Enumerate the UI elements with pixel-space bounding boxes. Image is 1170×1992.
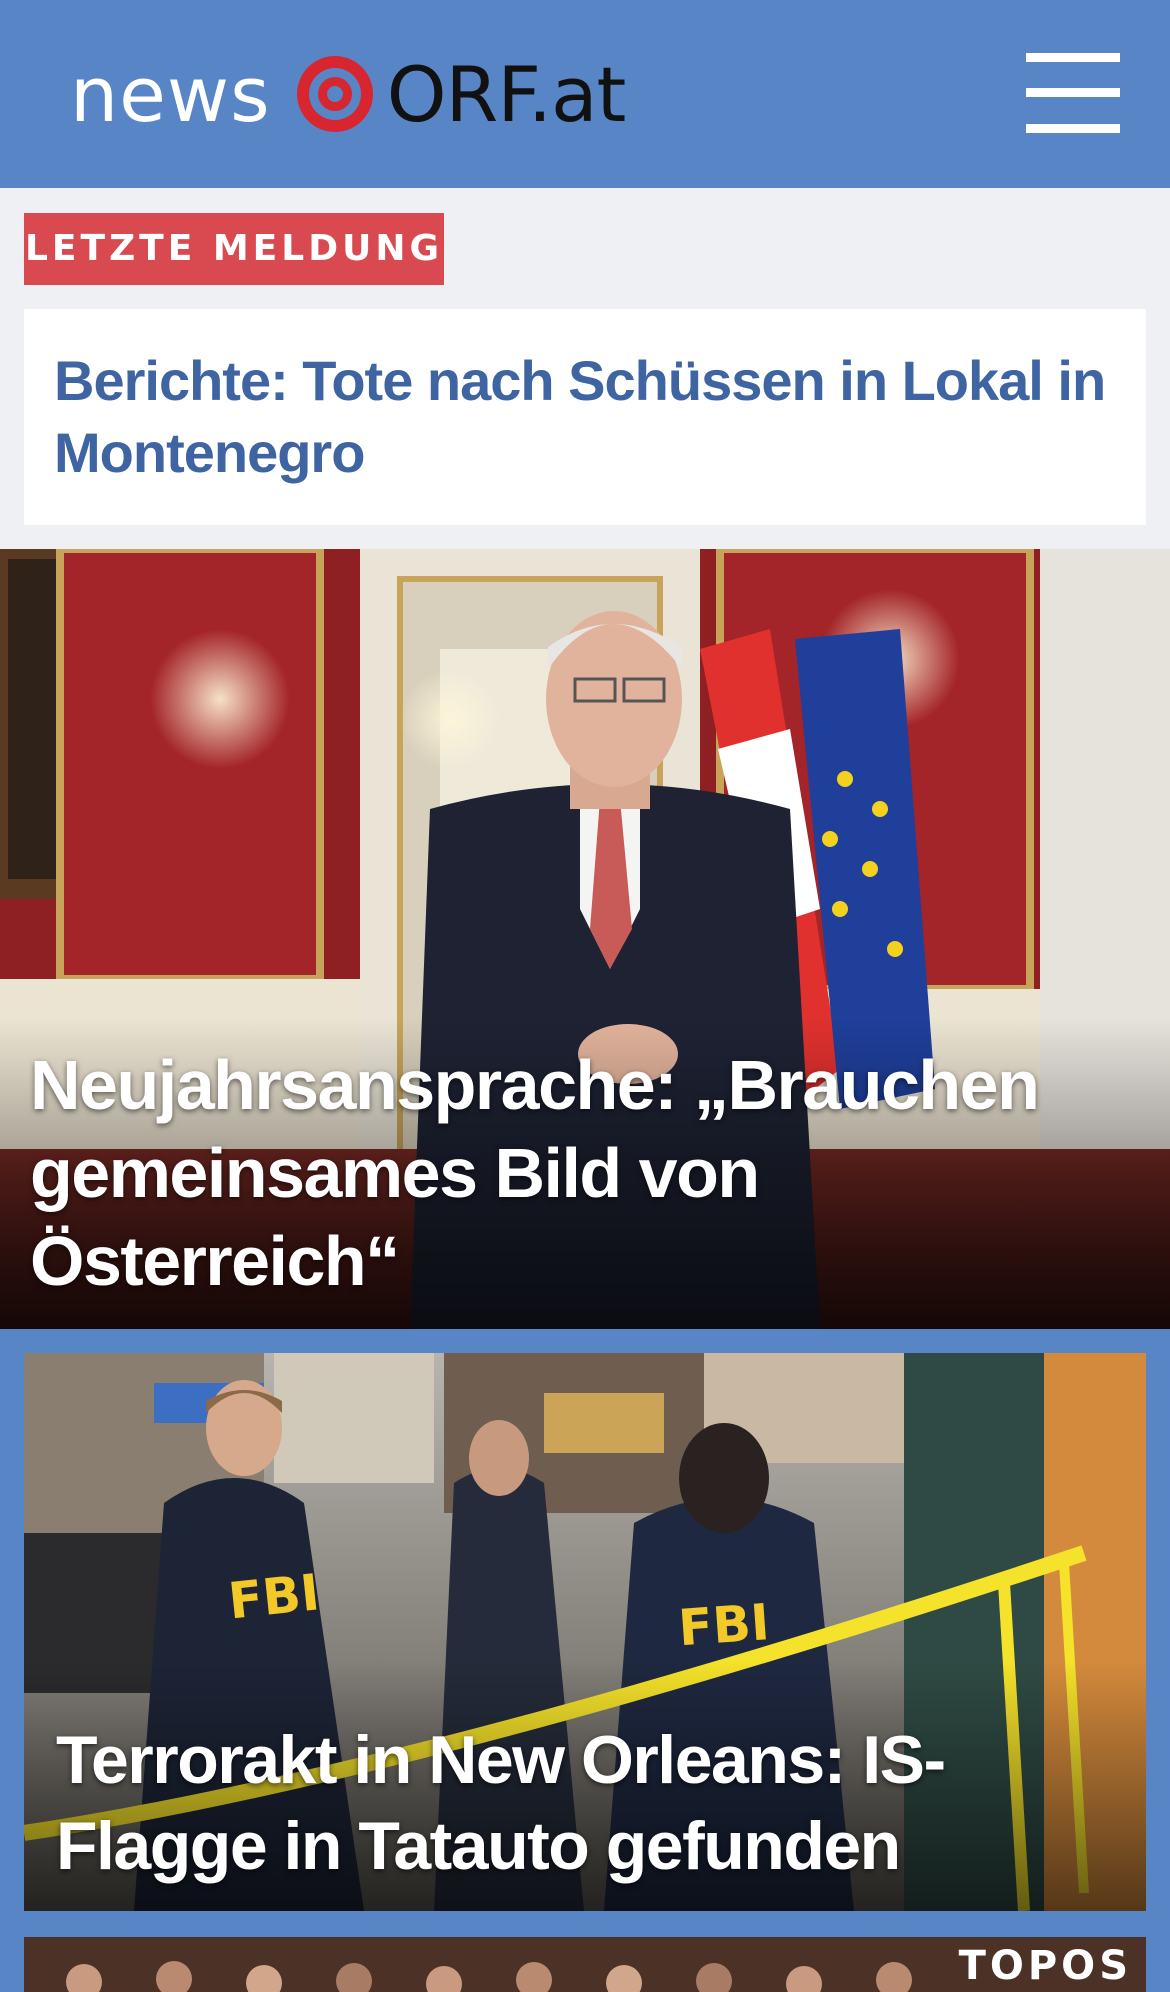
- topos-section-label: TOPOS: [958, 1943, 1132, 1989]
- hamburger-menu-icon[interactable]: [1022, 48, 1122, 138]
- story-title: Terrorakt in New Orleans: IS-Flagge in T…: [56, 1722, 946, 1884]
- breaking-news-card[interactable]: Berichte: Tote nach Schüssen in Lokal in…: [24, 309, 1146, 525]
- orf-eye-logo-icon: [293, 52, 377, 136]
- story-title: Neujahrsansprache: „Brauchen gemeinsames…: [30, 1046, 1040, 1300]
- breaking-news-badge: LETZTE MELDUNG: [24, 213, 444, 285]
- orf-news-logo[interactable]: news ORF.at: [70, 48, 627, 140]
- breaking-news-title: Berichte: Tote nach Schüssen in Lokal in…: [54, 349, 1106, 484]
- app-header: news ORF.at: [0, 0, 1170, 188]
- story-card-topos[interactable]: TOPOS: [24, 1937, 1146, 1992]
- logo-text-orf: ORF.at: [386, 49, 627, 139]
- logo-text-news: news: [70, 49, 271, 139]
- story-card[interactable]: FBI FBI Terrorakt in New Orleans: IS-Fla…: [24, 1353, 1146, 1911]
- story-card-lead[interactable]: Neujahrsansprache: „Brauchen gemeinsames…: [0, 549, 1170, 1329]
